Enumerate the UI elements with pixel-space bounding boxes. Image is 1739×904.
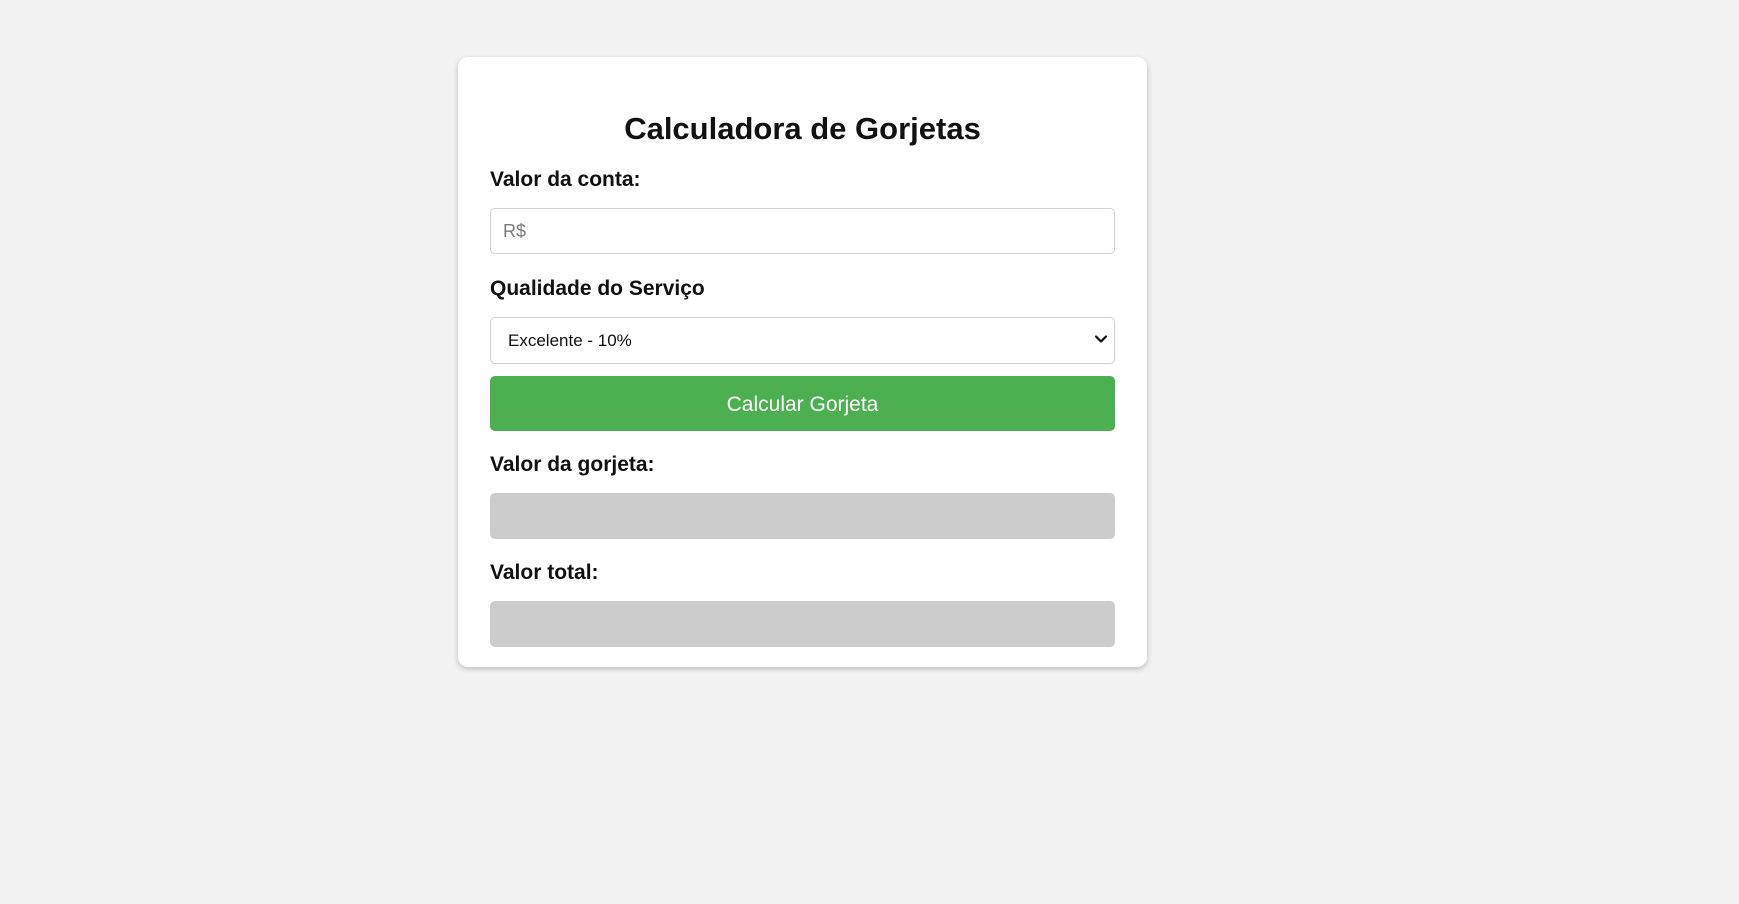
calculate-tip-button[interactable]: Calcular Gorjeta <box>490 376 1115 431</box>
bill-amount-label: Valor da conta: <box>490 168 641 191</box>
total-amount-output <box>490 601 1115 647</box>
tip-amount-output <box>490 493 1115 539</box>
service-quality-selected-value: Excelente - 10% <box>508 331 632 350</box>
service-quality-select[interactable]: Excelente - 10% <box>490 317 1115 364</box>
total-amount-label: Valor total: <box>490 561 599 584</box>
tip-amount-label: Valor da gorjeta: <box>490 453 655 476</box>
service-quality-label: Qualidade do Serviço <box>490 277 705 300</box>
page-title: Calculadora de Gorjetas <box>624 111 981 146</box>
tip-calculator-card: Calculadora de Gorjetas Valor da conta: … <box>458 57 1147 667</box>
chevron-down-icon <box>1094 335 1108 343</box>
bill-amount-input[interactable] <box>490 208 1115 254</box>
